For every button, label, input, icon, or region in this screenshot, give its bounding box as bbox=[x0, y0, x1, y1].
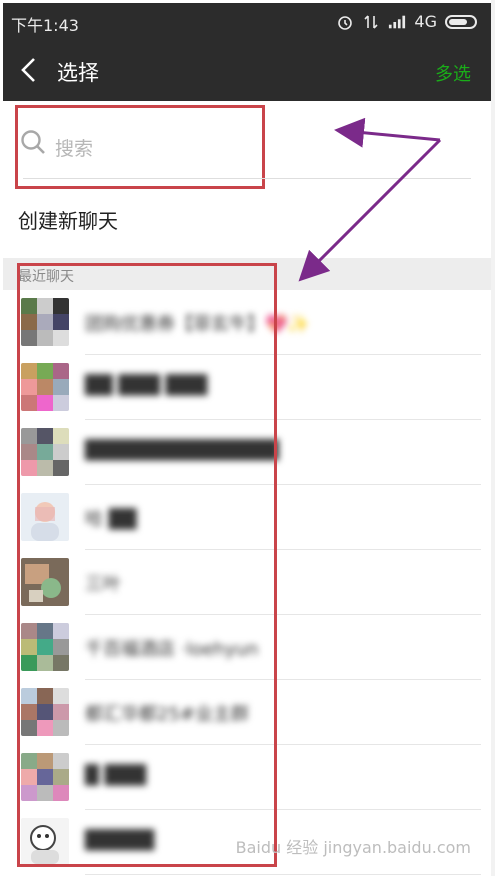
watermark: Baidu 经验 jingyan.baidu.com bbox=[235, 838, 471, 857]
arrow-to-search bbox=[334, 117, 441, 148]
screenshot-frame: 下午1:43 4G 选择 多选 搜索 创建新聊天 最近聊天 团购优惠券【菲玄牛】… bbox=[0, 0, 495, 876]
arrow-to-list bbox=[298, 138, 442, 282]
annotation-arrows bbox=[298, 117, 442, 282]
